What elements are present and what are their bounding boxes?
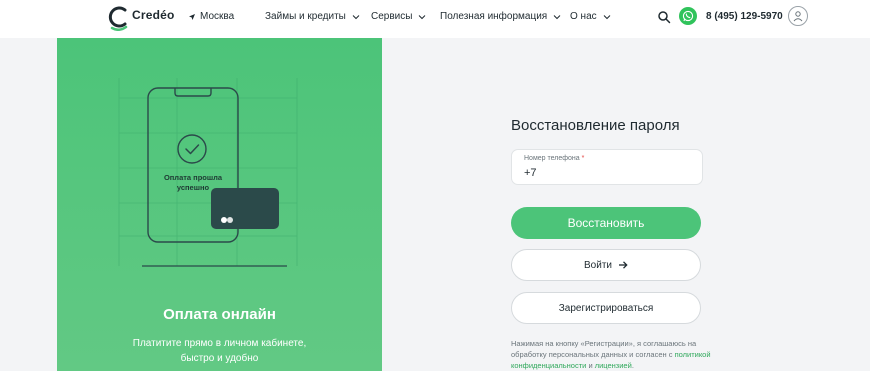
consent-text: Нажимая на кнопку «Регистрации», я согла…	[511, 339, 711, 370]
promo-panel: Оплата прошла успешно Оплата онлайн Плат…	[57, 38, 382, 371]
phone-field-label: Номер телефона *	[524, 155, 585, 162]
promo-subtitle: Платитите прямо в личном кабинете, быстр…	[132, 338, 307, 364]
user-icon	[793, 11, 803, 22]
login-button[interactable]: Войти	[511, 249, 701, 281]
search-icon[interactable]	[657, 10, 671, 24]
nav-useful-info[interactable]: Полезная информация	[440, 11, 561, 22]
nav-about-label: О нас	[570, 11, 597, 22]
register-button-label: Зарегистрироваться	[558, 302, 654, 314]
chevron-down-icon	[419, 14, 426, 19]
license-link[interactable]: лицензией	[595, 361, 632, 370]
phone-field[interactable]: Номер телефона * +7	[511, 149, 703, 185]
user-account-button[interactable]	[788, 6, 808, 26]
city-selector[interactable]: Москва	[188, 11, 234, 22]
arrow-right-icon	[618, 261, 628, 269]
illustration-caption: Оплата прошла успешно	[163, 173, 223, 192]
nav-about[interactable]: О нас	[570, 11, 611, 22]
nav-useful-info-label: Полезная информация	[440, 11, 548, 22]
credeo-logo-icon	[108, 6, 128, 31]
phone-number[interactable]: 8 (495) 129-5970	[706, 11, 783, 22]
phone-payment-illustration	[118, 78, 298, 267]
required-mark: *	[581, 155, 585, 162]
nav-services-label: Сервисы	[371, 11, 413, 22]
chevron-down-icon	[553, 14, 561, 19]
city-label: Москва	[200, 11, 235, 22]
restore-button[interactable]: Восстановить	[511, 207, 701, 239]
location-arrow-icon	[189, 13, 195, 20]
page-title: Восстановление пароля	[511, 117, 680, 134]
chevron-down-icon	[352, 14, 360, 19]
login-button-label: Войти	[584, 259, 612, 271]
restore-button-label: Восстановить	[567, 216, 645, 230]
promo-title: Оплата онлайн	[163, 306, 276, 323]
nav-loans[interactable]: Займы и кредиты	[265, 11, 360, 22]
nav-services[interactable]: Сервисы	[371, 11, 426, 22]
logo-text: Credéo	[132, 8, 175, 22]
nav-loans-label: Займы и кредиты	[265, 11, 346, 22]
phone-input[interactable]: +7	[524, 167, 537, 179]
site-header: Credéo Москва Займы и кредиты Сервисы По…	[0, 0, 870, 38]
register-button[interactable]: Зарегистрироваться	[511, 292, 701, 324]
logo[interactable]: Credéo	[108, 5, 188, 33]
whatsapp-icon	[682, 10, 694, 22]
chevron-down-icon	[603, 14, 610, 19]
whatsapp-button[interactable]	[679, 7, 697, 25]
